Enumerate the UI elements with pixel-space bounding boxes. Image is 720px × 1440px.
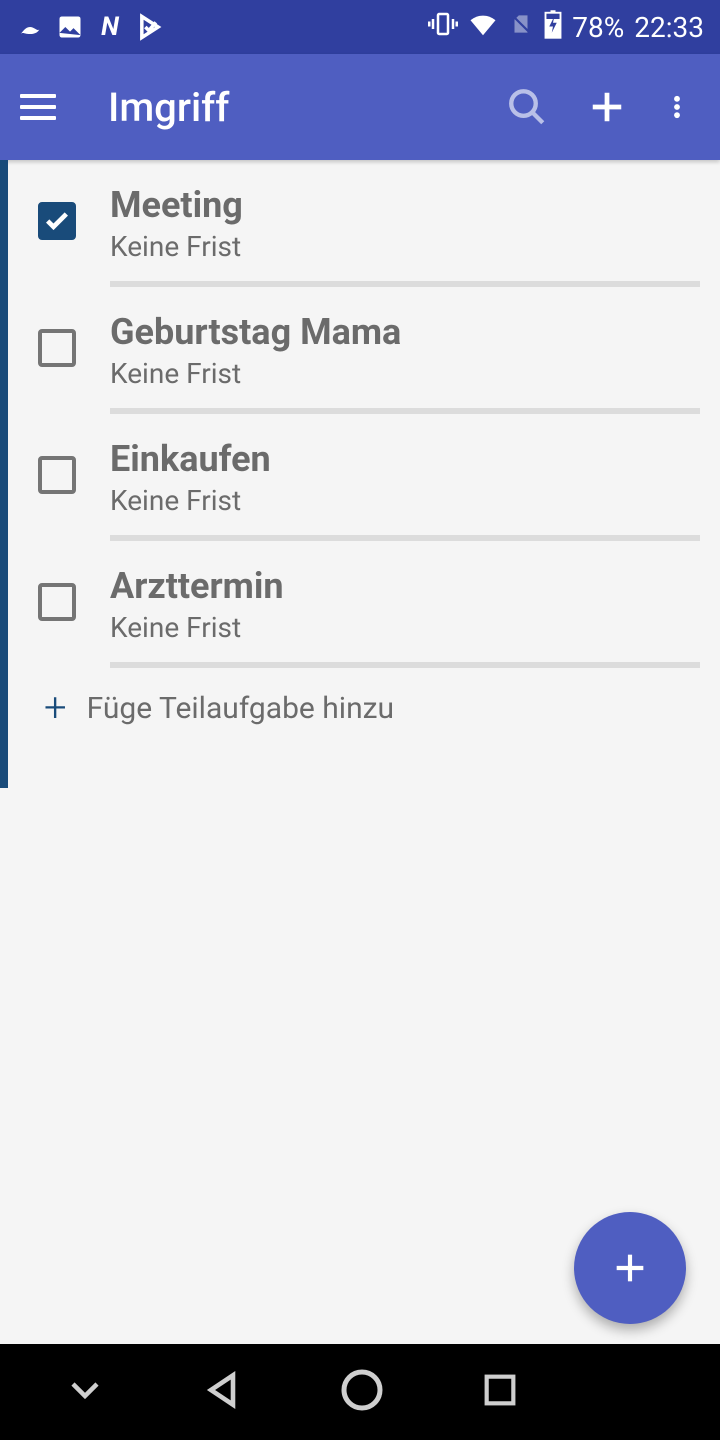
status-left-icons: N: [16, 13, 164, 41]
image-icon: [56, 13, 84, 41]
battery-charging-icon: [544, 9, 562, 46]
task-subtitle: Keine Frist: [110, 357, 700, 390]
task-subtitle: Keine Frist: [110, 611, 700, 644]
n-icon: N: [96, 13, 124, 41]
add-subtask-label: Füge Teilaufgabe hinzu: [87, 691, 394, 726]
task-title: Einkaufen: [110, 438, 700, 480]
overflow-menu-icon[interactable]: [652, 82, 702, 132]
task-title: Meeting: [110, 184, 700, 226]
plus-icon: +: [44, 688, 67, 728]
vibrate-icon: [428, 9, 458, 46]
status-bar: N 78% 22:33: [0, 0, 720, 54]
clock-time: 22:33: [634, 11, 704, 44]
task-checkbox[interactable]: [38, 202, 76, 240]
left-accent-bar: [0, 160, 8, 788]
fab-add-button[interactable]: [574, 1212, 686, 1324]
wifi-icon: [468, 9, 498, 46]
task-subtitle: Keine Frist: [110, 230, 700, 263]
task-divider: [110, 535, 700, 541]
task-checkbox[interactable]: [38, 583, 76, 621]
search-icon[interactable]: [502, 82, 552, 132]
home-button[interactable]: [338, 1366, 386, 1418]
lizard-icon: [16, 13, 44, 41]
navigation-bar: [0, 1344, 720, 1440]
content-area: Meeting Keine Frist Geburtstag Mama Kein…: [0, 160, 720, 748]
app-title: Imgriff: [108, 84, 472, 131]
play-check-icon: [136, 13, 164, 41]
task-title: Arzttermin: [110, 565, 700, 607]
menu-icon[interactable]: [18, 87, 58, 127]
add-icon[interactable]: [582, 82, 632, 132]
recents-button[interactable]: [480, 1370, 520, 1414]
task-divider: [110, 408, 700, 414]
task-row[interactable]: Arzttermin Keine Frist: [0, 541, 720, 668]
keyboard-collapse-icon[interactable]: [67, 1372, 107, 1412]
task-subtitle: Keine Frist: [110, 484, 700, 517]
task-divider: [110, 662, 700, 668]
task-divider: [110, 281, 700, 287]
add-subtask-row[interactable]: + Füge Teilaufgabe hinzu: [0, 668, 720, 748]
app-bar: Imgriff: [0, 54, 720, 160]
battery-percent: 78%: [572, 11, 624, 44]
back-button[interactable]: [200, 1368, 244, 1416]
task-checkbox[interactable]: [38, 456, 76, 494]
status-right: 78% 22:33: [428, 9, 704, 46]
task-checkbox[interactable]: [38, 329, 76, 367]
task-row[interactable]: Einkaufen Keine Frist: [0, 414, 720, 541]
task-title: Geburtstag Mama: [110, 311, 700, 353]
task-row[interactable]: Meeting Keine Frist: [0, 160, 720, 287]
no-sim-icon: [508, 11, 534, 44]
task-row[interactable]: Geburtstag Mama Keine Frist: [0, 287, 720, 414]
